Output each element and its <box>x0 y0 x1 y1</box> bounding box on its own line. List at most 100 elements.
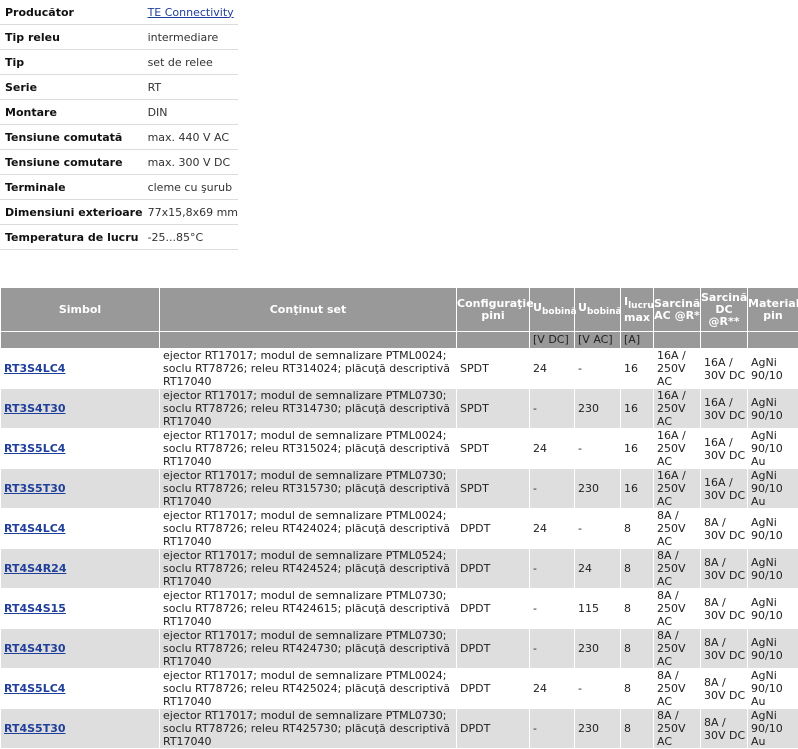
header-i-sub: lucru <box>628 301 654 311</box>
cell-voltage-dc: - <box>530 589 575 629</box>
units-blank <box>701 332 748 349</box>
table-row: RT4S5LC4ejector RT17017; modul de semnal… <box>1 669 798 709</box>
header-current[interactable]: Ilucrumax <box>621 288 654 332</box>
manufacturer-link[interactable]: TE Connectivity <box>148 6 234 19</box>
header-coil-voltage-dc[interactable]: Ubobină <box>530 288 575 332</box>
product-symbol-link[interactable]: RT4S4LC4 <box>4 522 65 535</box>
unit-v-ac: [V AC] <box>575 332 621 349</box>
product-symbol-link[interactable]: RT3S5T30 <box>4 482 66 495</box>
spec-value: intermediare <box>143 25 238 50</box>
cell-current: 16 <box>621 469 654 509</box>
cell-voltage-ac: - <box>575 429 621 469</box>
spec-row: Tensiune comutaremax. 300 V DC <box>0 150 238 175</box>
cell-load-ac: 8A / 250V AC <box>654 589 701 629</box>
cell-current: 16 <box>621 389 654 429</box>
cell-voltage-ac: 230 <box>575 389 621 429</box>
header-content[interactable]: Conţinut set <box>160 288 457 332</box>
cell-load-ac: 8A / 250V AC <box>654 549 701 589</box>
cell-material: AgNi 90/10 <box>748 629 798 669</box>
cell-symbol: RT4S5LC4 <box>1 669 160 709</box>
cell-current: 8 <box>621 709 654 749</box>
header-material[interactable]: Material pin <box>748 288 798 332</box>
spec-value: set de relee <box>143 50 238 75</box>
cell-voltage-ac: - <box>575 349 621 389</box>
cell-voltage-dc: - <box>530 549 575 589</box>
cell-config: SPDT <box>457 389 530 429</box>
product-symbol-link[interactable]: RT4S5LC4 <box>4 682 65 695</box>
unit-a: [A] <box>621 332 654 349</box>
cell-content: ejector RT17017; modul de semnalizare PT… <box>160 509 457 549</box>
cell-config: SPDT <box>457 349 530 389</box>
cell-load-dc: 16A / 30V DC <box>701 349 748 389</box>
spec-value: DIN <box>143 100 238 125</box>
units-blank <box>1 332 160 349</box>
cell-config: SPDT <box>457 469 530 509</box>
product-symbol-link[interactable]: RT4S4S15 <box>4 602 66 615</box>
cell-voltage-ac: 115 <box>575 589 621 629</box>
cell-load-ac: 8A / 250V AC <box>654 669 701 709</box>
header-u-ac-sub: bobină <box>587 307 622 317</box>
header-u-dc-sub: bobină <box>542 307 577 317</box>
cell-load-ac: 8A / 250V AC <box>654 709 701 749</box>
specifications-body: ProducătorTE ConnectivityTip releuinterm… <box>0 0 238 250</box>
spec-row: Temperatura de lucru-25...85°C <box>0 225 238 250</box>
product-table: Simbol Conţinut set Configuraţie pini Ub… <box>0 287 798 749</box>
spec-row: ProducătorTE Connectivity <box>0 0 238 25</box>
header-coil-voltage-ac[interactable]: Ubobină <box>575 288 621 332</box>
product-symbol-link[interactable]: RT4S4T30 <box>4 642 66 655</box>
cell-load-ac: 16A / 250V AC <box>654 469 701 509</box>
cell-symbol: RT3S5T30 <box>1 469 160 509</box>
units-row: [V DC] [V AC] [A] <box>1 332 798 349</box>
cell-material: AgNi 90/10 <box>748 389 798 429</box>
header-symbol[interactable]: Simbol <box>1 288 160 332</box>
header-row: Simbol Conţinut set Configuraţie pini Ub… <box>1 288 798 332</box>
cell-load-ac: 16A / 250V AC <box>654 429 701 469</box>
cell-symbol: RT4S4LC4 <box>1 509 160 549</box>
cell-load-dc: 8A / 30V DC <box>701 549 748 589</box>
cell-load-dc: 16A / 30V DC <box>701 429 748 469</box>
cell-content: ejector RT17017; modul de semnalizare PT… <box>160 589 457 629</box>
spec-label: Tensiune comutare <box>0 150 143 175</box>
product-symbol-link[interactable]: RT4S4R24 <box>4 562 67 575</box>
header-load-ac[interactable]: Sarcină AC @R* <box>654 288 701 332</box>
cell-config: SPDT <box>457 429 530 469</box>
table-row: RT4S5T30 ejector RT17017; modul de semnal… <box>1 709 798 749</box>
header-load-dc[interactable]: Sarcină DC @R** <box>701 288 748 332</box>
table-row: RT3S4T30ejector RT17017; modul de semnal… <box>1 389 798 429</box>
cell-content: ejector RT17017; modul de semnalizare PT… <box>160 429 457 469</box>
cell-config: DPDT <box>457 709 530 749</box>
table-row: RT4S4R24 ejector RT17017; modul de semnal… <box>1 549 798 589</box>
spec-label: Serie <box>0 75 143 100</box>
units-blank <box>457 332 530 349</box>
cell-symbol: RT4S4T30 <box>1 629 160 669</box>
table-row: RT4S4S15 ejector RT17017; modul de semnal… <box>1 589 798 629</box>
product-symbol-link[interactable]: RT4S5T30 <box>4 722 66 735</box>
cell-config: DPDT <box>457 509 530 549</box>
spec-row: Tensiune comutatămax. 440 V AC <box>0 125 238 150</box>
header-config[interactable]: Configuraţie pini <box>457 288 530 332</box>
cell-voltage-dc: - <box>530 469 575 509</box>
cell-content: ejector RT17017; modul de semnalizare PT… <box>160 709 457 749</box>
product-symbol-link[interactable]: RT3S4LC4 <box>4 362 65 375</box>
cell-content: ejector RT17017; modul de semnalizare PT… <box>160 549 457 589</box>
spec-label: Tip <box>0 50 143 75</box>
table-row: RT3S5T30ejector RT17017; modul de semnal… <box>1 469 798 509</box>
spec-label: Tensiune comutată <box>0 125 143 150</box>
cell-current: 8 <box>621 589 654 629</box>
cell-symbol: RT4S4R24 <box>1 549 160 589</box>
header-u-ac-main: U <box>578 301 587 314</box>
cell-load-ac: 16A / 250V AC <box>654 389 701 429</box>
cell-voltage-dc: - <box>530 389 575 429</box>
cell-voltage-ac: 230 <box>575 709 621 749</box>
product-symbol-link[interactable]: RT3S4T30 <box>4 402 66 415</box>
cell-voltage-dc: 24 <box>530 349 575 389</box>
specifications-table: ProducătorTE ConnectivityTip releuinterm… <box>0 0 238 250</box>
cell-load-dc: 8A / 30V DC <box>701 629 748 669</box>
spec-row: Terminalecleme cu şurub <box>0 175 238 200</box>
cell-load-ac: 8A / 250V AC <box>654 509 701 549</box>
cell-content: ejector RT17017; modul de semnalizare PT… <box>160 629 457 669</box>
product-symbol-link[interactable]: RT3S5LC4 <box>4 442 65 455</box>
cell-content: ejector RT17017; modul de semnalizare PT… <box>160 349 457 389</box>
cell-load-dc: 8A / 30V DC <box>701 709 748 749</box>
unit-v-dc: [V DC] <box>530 332 575 349</box>
